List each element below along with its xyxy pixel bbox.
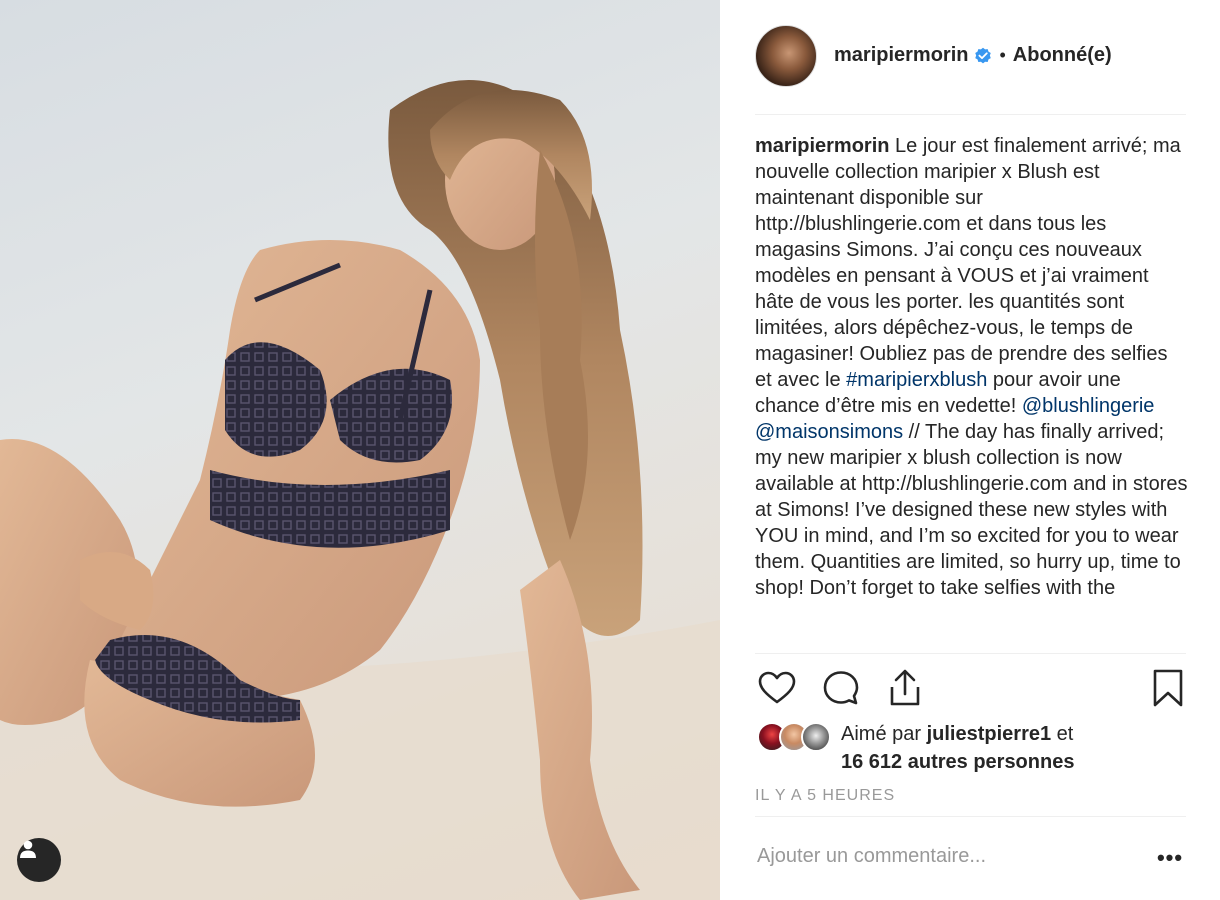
divider bbox=[755, 816, 1186, 817]
caption-username[interactable]: maripiermorin bbox=[755, 135, 889, 157]
comment-input[interactable]: Ajouter un commentaire... bbox=[757, 845, 986, 868]
share-icon bbox=[890, 669, 920, 706]
verified-badge-icon bbox=[975, 47, 992, 63]
likes-section: Aimé par juliestpierre1 et 16 612 autres… bbox=[755, 720, 1186, 780]
user-tag-icon bbox=[20, 840, 36, 858]
mention-link-maisonsimons[interactable]: @maisonsimons bbox=[755, 421, 903, 443]
divider bbox=[755, 653, 1186, 654]
likes-middle: et bbox=[1051, 723, 1074, 745]
caption-text-1: Le jour est finalement arrivé; ma nouvel… bbox=[755, 135, 1181, 391]
more-options-button[interactable]: ••• bbox=[1150, 843, 1190, 873]
user-tag-button[interactable] bbox=[17, 838, 61, 882]
username-link[interactable]: maripiermorin bbox=[834, 44, 968, 67]
likes-prefix: Aimé par bbox=[841, 723, 927, 745]
header-text: maripiermorin • Abonné(e) bbox=[834, 44, 1112, 67]
bookmark-icon bbox=[1153, 669, 1183, 707]
post-photo[interactable] bbox=[0, 0, 720, 900]
post-header: maripiermorin • Abonné(e) bbox=[755, 25, 1186, 115]
post-sidebar: maripiermorin • Abonné(e) maripiermorin … bbox=[720, 0, 1220, 900]
caption-text-4: // The day has finally arrived; my new m… bbox=[755, 421, 1188, 599]
hashtag-link[interactable]: #maripierxblush bbox=[846, 369, 987, 391]
share-button[interactable] bbox=[883, 666, 927, 710]
header-separator: • bbox=[999, 45, 1006, 65]
liker-username-link[interactable]: juliestpierre1 bbox=[927, 723, 1052, 745]
comment-icon bbox=[823, 671, 859, 705]
likes-count-link[interactable]: 16 612 autres personnes bbox=[841, 751, 1074, 773]
likes-text: Aimé par juliestpierre1 et 16 612 autres… bbox=[841, 720, 1074, 776]
post-caption: maripiermorin Le jour est finalement arr… bbox=[755, 133, 1189, 653]
photo-illustration bbox=[0, 80, 720, 900]
save-button[interactable] bbox=[1146, 666, 1190, 710]
comment-button[interactable] bbox=[819, 666, 863, 710]
like-button[interactable] bbox=[755, 666, 799, 710]
mention-link-blushlingerie[interactable]: @blushlingerie bbox=[1022, 395, 1155, 417]
heart-icon bbox=[758, 671, 796, 704]
follow-status-button[interactable]: Abonné(e) bbox=[1013, 44, 1112, 67]
avatar[interactable] bbox=[755, 25, 817, 87]
liker-avatar[interactable] bbox=[801, 722, 831, 752]
action-bar bbox=[755, 666, 1186, 712]
post-timestamp[interactable]: IL Y A 5 HEURES bbox=[755, 787, 895, 805]
